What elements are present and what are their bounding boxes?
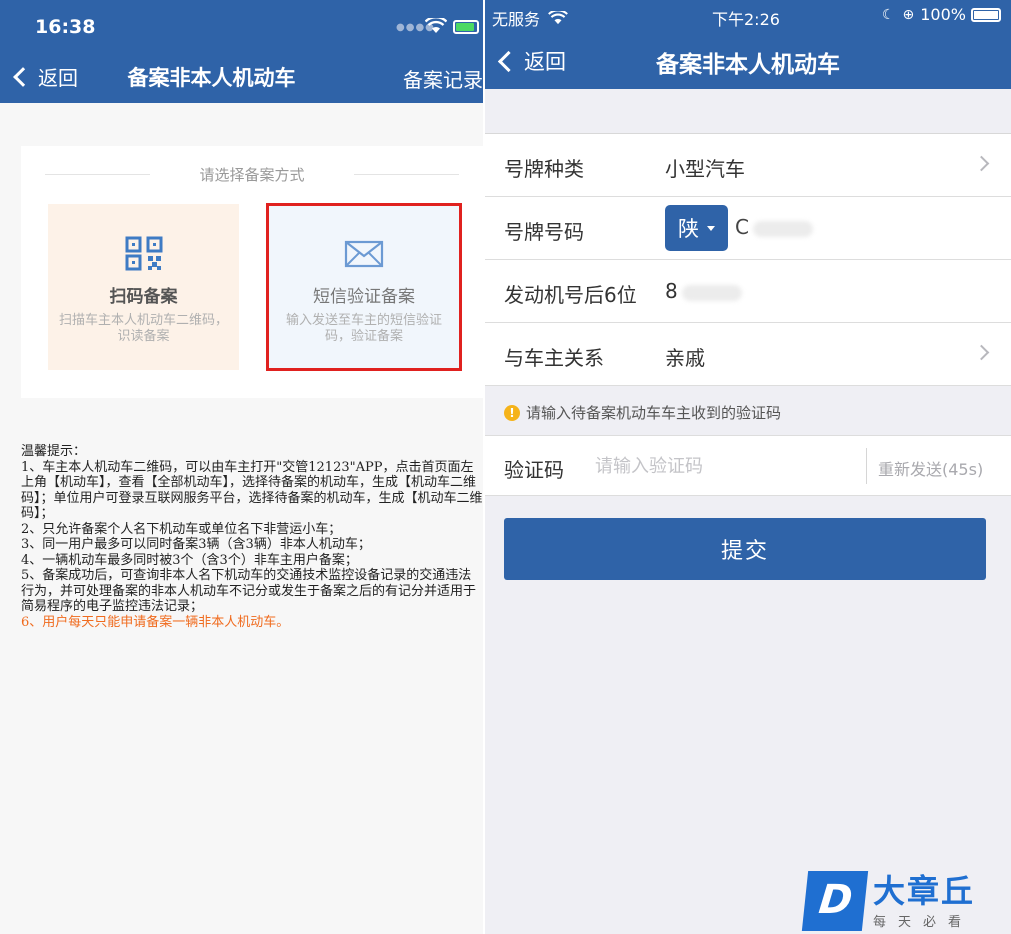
tip-line: 5、备案成功后，可查询非本人名下机动车的交通技术监控设备记录的交通违法行为，并可… (21, 568, 477, 614)
scan-option[interactable]: 扫码备案 扫描车主本人机动车二维码，识读备案 (48, 204, 239, 370)
card-heading: 请选择备案方式 (21, 164, 483, 184)
logo-letter: D (816, 877, 855, 923)
tip-warning: 6、用户每天只能申请备案一辆非本人机动车。 (21, 614, 290, 630)
card-heading-text: 请选择备案方式 (199, 166, 305, 184)
tips-title: 温馨提示： (21, 444, 87, 459)
status-carrier: 无服务 (492, 6, 568, 30)
tip-line: 2、只允许备案个人名下机动车或单位名下非营运小车； (21, 521, 342, 537)
battery-icon (453, 20, 479, 34)
option-desc: 扫描车主本人机动车二维码，识读备案 (58, 313, 228, 344)
caret-down-icon (707, 225, 715, 231)
redacted-mask (752, 220, 813, 237)
chevron-right-icon (973, 344, 990, 361)
divider (866, 448, 867, 484)
submit-button[interactable]: 提交 (504, 518, 986, 580)
province-value: 陕 (678, 217, 699, 241)
relation-label: 与车主关系 (504, 346, 604, 370)
right-screen: 无服务 下午2:26 ☾ ⊕ 100% 返回 备案非本人机动车 号牌种类 小型汽… (485, 0, 1011, 934)
engine-input[interactable]: 8 (665, 279, 742, 303)
envelope-icon (344, 240, 384, 268)
relation-value: 亲戚 (665, 346, 705, 370)
brand-text: 大章丘 每天必看 (873, 873, 975, 930)
plate-type-label: 号牌种类 (504, 157, 584, 181)
sms-option[interactable]: 短信验证备案 输入发送至车主的短信验证码，验证备案 (266, 203, 462, 371)
nav-bar: 无服务 下午2:26 ☾ ⊕ 100% 返回 备案非本人机动车 (485, 0, 1011, 89)
watermark: D 大章丘 每天必看 (801, 868, 1011, 934)
brand-slogan: 每天必看 (873, 914, 974, 930)
method-card: 请选择备案方式 扫码备案 扫描车主本人机动车二维码，识读备案 短信验证备案 输入… (21, 146, 483, 398)
divider (354, 174, 459, 175)
page-title: 备案非本人机动车 (656, 52, 840, 78)
brand-logo: D (801, 871, 869, 931)
plate-number-input[interactable]: C (735, 215, 813, 239)
wifi-icon (425, 18, 447, 33)
tip-line: 4、一辆机动车最多同时被3个（含3个）非车主用户备案； (21, 552, 358, 568)
engine-value: 8 (665, 279, 678, 303)
status-time: 下午2:26 (712, 10, 780, 29)
option-title: 扫码备案 (109, 287, 178, 307)
resend-button[interactable]: 重新发送(45s) (878, 456, 983, 480)
plate-type-value: 小型汽车 (665, 157, 745, 181)
wifi-icon (548, 11, 568, 25)
redacted-mask (681, 284, 742, 301)
warning-icon: ! (504, 404, 520, 421)
option-title: 短信验证备案 (313, 287, 415, 307)
nav-bar: 16:38 ●●●● 返回 备案非本人机动车 备案记录 (0, 0, 483, 103)
tip-line: 1、车主本人机动车二维码，可以由车主打开"交管12123"APP，点击首页面左上… (21, 459, 483, 522)
plate-number-value: C (735, 215, 749, 239)
battery-icon (971, 7, 1001, 22)
engine-row: 发动机号后6位 8 (485, 260, 1011, 323)
carrier-text: 无服务 (492, 10, 541, 29)
chevron-right-icon (973, 155, 990, 172)
plate-number-label: 号牌号码 (504, 220, 584, 244)
engine-label: 发动机号后6位 (504, 283, 637, 307)
divider (45, 174, 150, 175)
relation-row[interactable]: 与车主关系 亲戚 (485, 323, 1011, 386)
verification-row: 验证码 重新发送(45s) (485, 435, 1011, 496)
tip-line: 3、同一用户最多可以同时备案3辆（含3辆）非本人机动车； (21, 537, 371, 552)
moon-icon: ☾ (881, 6, 895, 23)
province-select[interactable]: 陕 (665, 205, 728, 251)
plate-number-row: 号牌号码 陕 C (485, 197, 1011, 260)
status-time: 16:38 (35, 16, 96, 38)
status-right: ☾ ⊕ 100% (882, 5, 1001, 24)
plate-type-row[interactable]: 号牌种类 小型汽车 (485, 134, 1011, 197)
hint-text: ! 请输入待备案机动车车主收到的验证码 (504, 402, 781, 423)
rotation-lock-icon: ⊕ (902, 6, 915, 23)
option-desc: 输入发送至车主的短信验证码，验证备案 (285, 313, 442, 344)
brand-name: 大章丘 (873, 871, 976, 910)
hint-label: 请输入待备案机动车车主收到的验证码 (526, 404, 782, 422)
records-link[interactable]: 备案记录 (403, 64, 483, 93)
battery-percent: 100% (920, 5, 966, 24)
code-label: 验证码 (504, 458, 564, 482)
code-input[interactable] (595, 450, 845, 482)
left-screen: 16:38 ●●●● 返回 备案非本人机动车 备案记录 请选择备案方式 扫码备案… (0, 0, 483, 934)
vehicle-form: 号牌种类 小型汽车 号牌号码 陕 C 发动机号后6位 8 与车主关系 亲戚 (485, 133, 1011, 386)
tips-section: 温馨提示： 1、车主本人机动车二维码，可以由车主打开"交管12123"APP，点… (21, 444, 483, 630)
qr-code-icon (125, 236, 162, 271)
